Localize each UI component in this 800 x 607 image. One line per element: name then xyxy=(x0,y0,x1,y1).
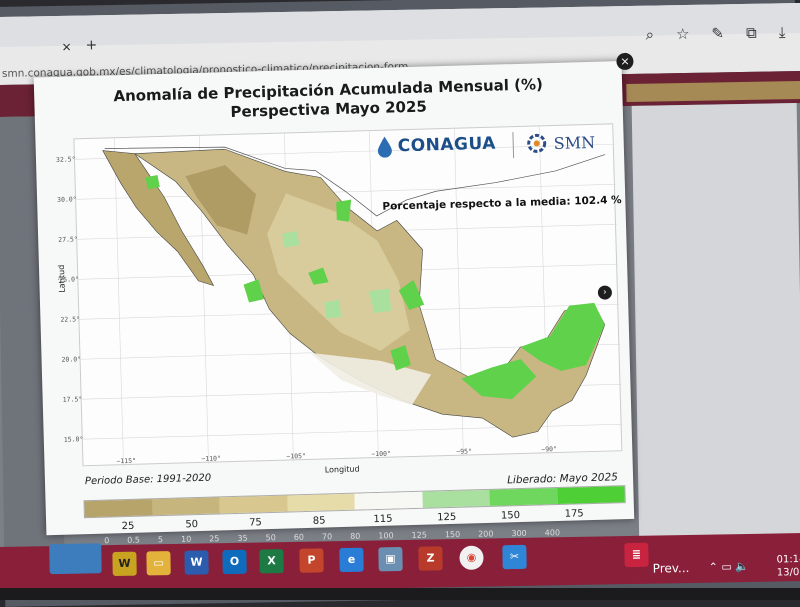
smn-gear-icon xyxy=(527,133,547,153)
word-icon[interactable]: W xyxy=(184,550,209,575)
system-tray[interactable]: ⌃ ▭ 🔈 xyxy=(709,560,750,574)
lat-tick: 25.0° xyxy=(59,275,80,284)
tab-close-button[interactable]: × xyxy=(61,40,71,54)
chevron-up-icon[interactable]: ⌃ xyxy=(709,560,718,573)
scale-number: 0.5 xyxy=(127,535,141,545)
scale-number: 150 xyxy=(444,529,461,540)
download-icon[interactable]: ⤓ xyxy=(779,23,786,41)
lat-tick: 22.5° xyxy=(60,315,81,324)
lat-tick: 15.0° xyxy=(63,435,84,444)
colorbar-label: 50 xyxy=(185,519,199,531)
colorbar-segment xyxy=(219,495,288,514)
scale-number: 70 xyxy=(321,532,333,542)
desktop-thumbnail-icon[interactable] xyxy=(49,543,102,575)
x-axis-label: Longitud xyxy=(324,464,360,475)
scale-number: 100 xyxy=(378,531,394,541)
colorbar-segment xyxy=(489,488,558,506)
lat-tick: 27.5° xyxy=(58,235,78,244)
map-panel xyxy=(73,123,623,467)
lon-tick: −100° xyxy=(371,449,392,459)
outlook-icon[interactable]: O xyxy=(222,549,247,575)
word-processor-w-icon[interactable]: W xyxy=(112,551,137,577)
scale-number: 5 xyxy=(157,535,164,545)
lon-tick: −90° xyxy=(541,444,558,454)
lon-tick: −115° xyxy=(116,456,137,466)
scale-number: 60 xyxy=(293,532,305,542)
lat-tick: 17.5° xyxy=(62,395,83,404)
scale-number: 300 xyxy=(511,528,527,539)
colorbar-label: 85 xyxy=(312,515,326,527)
colorbar-label: 115 xyxy=(373,513,393,526)
scale-number: 50 xyxy=(265,533,276,543)
scale-number: 400 xyxy=(544,528,561,538)
folder-icon[interactable]: ▭ xyxy=(146,551,171,576)
base-period: Periodo Base: 1991-2020 xyxy=(84,472,212,488)
map-title: Anomalía de Precipitación Acumulada Mens… xyxy=(34,73,623,127)
taskbar-clock[interactable]: 01:14 13/05 xyxy=(776,553,800,579)
colorbar-label: 125 xyxy=(437,511,457,524)
scale-number: 125 xyxy=(411,530,427,540)
colorbar-label: 150 xyxy=(500,510,521,522)
colorbar-segment xyxy=(84,499,153,518)
powerpoint-icon[interactable]: P xyxy=(299,548,324,573)
lat-tick: 30.0° xyxy=(56,195,77,204)
colorbar-label: 75 xyxy=(248,517,263,529)
colorbar xyxy=(83,485,626,519)
smn-logo: SMN xyxy=(523,130,595,156)
extensions-icon[interactable]: ⧉ xyxy=(746,24,757,42)
lat-tick: 32.5° xyxy=(55,155,76,164)
scale-number: 35 xyxy=(237,533,248,543)
colorbar-segment xyxy=(556,486,625,504)
clock-date: 13/05 xyxy=(776,566,800,579)
smn-logo-text: SMN xyxy=(553,132,596,153)
release-date: Liberado: Mayo 2025 xyxy=(506,471,619,487)
lon-tick: −95° xyxy=(456,447,473,456)
browser-toolbar: ⌕ ☆ ✎ ⧉ ⤓ xyxy=(645,23,785,43)
new-tab-button[interactable]: + xyxy=(85,37,97,53)
map-modal: × Anomalía de Precipitación Acumulada Me… xyxy=(33,52,635,536)
lat-tick: 20.0° xyxy=(61,355,82,364)
scale-number: 0 xyxy=(104,536,110,546)
volume-icon[interactable]: 🔈 xyxy=(735,560,749,573)
colorbar-segment xyxy=(286,493,355,512)
taskbar-prev-label[interactable]: Prev... xyxy=(653,561,690,576)
star-icon[interactable]: ☆ xyxy=(676,25,690,43)
conagua-logo-text: CONAGUA xyxy=(397,133,497,157)
scale-number: 25 xyxy=(209,534,220,544)
colorbar-segment xyxy=(152,497,220,516)
colorbar-segment xyxy=(354,491,423,510)
page-right-panel xyxy=(631,103,800,546)
colorbar-segment xyxy=(421,489,490,508)
conagua-logo: CONAGUA xyxy=(375,133,496,158)
network-icon[interactable]: ▭ xyxy=(721,560,732,573)
pen-icon[interactable]: ✎ xyxy=(711,24,724,42)
water-drop-icon xyxy=(377,136,392,158)
clock-time: 01:14 xyxy=(776,553,800,566)
scale-number: 10 xyxy=(180,534,192,544)
preview-app-icon[interactable]: ≣ xyxy=(624,542,649,568)
colorbar-label: 175 xyxy=(564,508,584,520)
excel-icon[interactable]: X xyxy=(259,549,284,574)
colorbar-label: 25 xyxy=(121,520,135,533)
scale-number: 200 xyxy=(478,529,494,539)
edge-icon[interactable]: e xyxy=(339,547,364,573)
snipping-tool-icon[interactable]: ✂ xyxy=(502,544,527,570)
photos-icon[interactable]: ▣ xyxy=(378,546,403,572)
filezilla-icon[interactable]: Z xyxy=(418,546,443,571)
zoom-icon[interactable]: ⌕ xyxy=(645,26,654,44)
lon-tick: −105° xyxy=(286,451,307,461)
lon-tick: −110° xyxy=(201,454,222,463)
scale-number: 80 xyxy=(350,531,361,541)
monitor-bezel xyxy=(0,588,800,600)
mexico-map xyxy=(74,126,623,467)
